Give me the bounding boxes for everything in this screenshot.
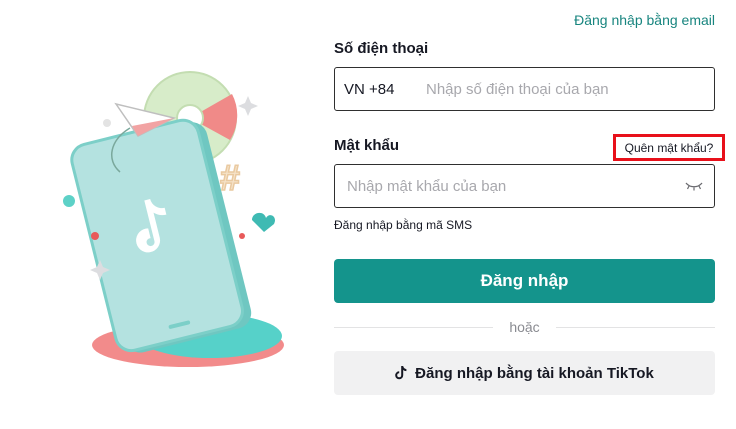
dot-decoration [103,119,111,127]
eye-closed-icon[interactable] [674,165,714,207]
forgot-password-link[interactable]: Quên mật khẩu? [613,134,725,161]
tiktok-login-button[interactable]: Đăng nhập bằng tài khoản TikTok [334,351,715,395]
sparkle-icon [238,96,258,116]
password-label: Mật khẩu [334,137,400,154]
phone-field: VN +84 [334,67,715,111]
tiktok-login-label: Đăng nhập bằng tài khoản TikTok [415,364,654,382]
dot-decoration [239,233,245,239]
sms-login-link[interactable]: Đăng nhập bằng mã SMS [334,218,472,232]
country-code-selector[interactable]: VN +84 [335,81,426,98]
divider-line [555,326,716,328]
dot-decoration [91,232,99,240]
dot-decoration [63,195,75,207]
password-input[interactable] [335,177,674,195]
phone-input[interactable] [426,80,714,98]
tiktok-logo-icon [395,366,407,380]
phone-illustration: # [63,71,284,367]
divider-line [334,326,494,328]
email-login-link[interactable]: Đăng nhập bằng email [574,12,715,28]
password-field [334,164,715,208]
login-button[interactable]: Đăng nhập [334,259,715,303]
phone-label: Số điện thoại [334,40,429,57]
divider-text: hoặc [509,319,540,335]
or-divider: hoặc [334,318,716,336]
heart-graphic [252,212,276,232]
hashtag-graphic: # [220,157,240,198]
